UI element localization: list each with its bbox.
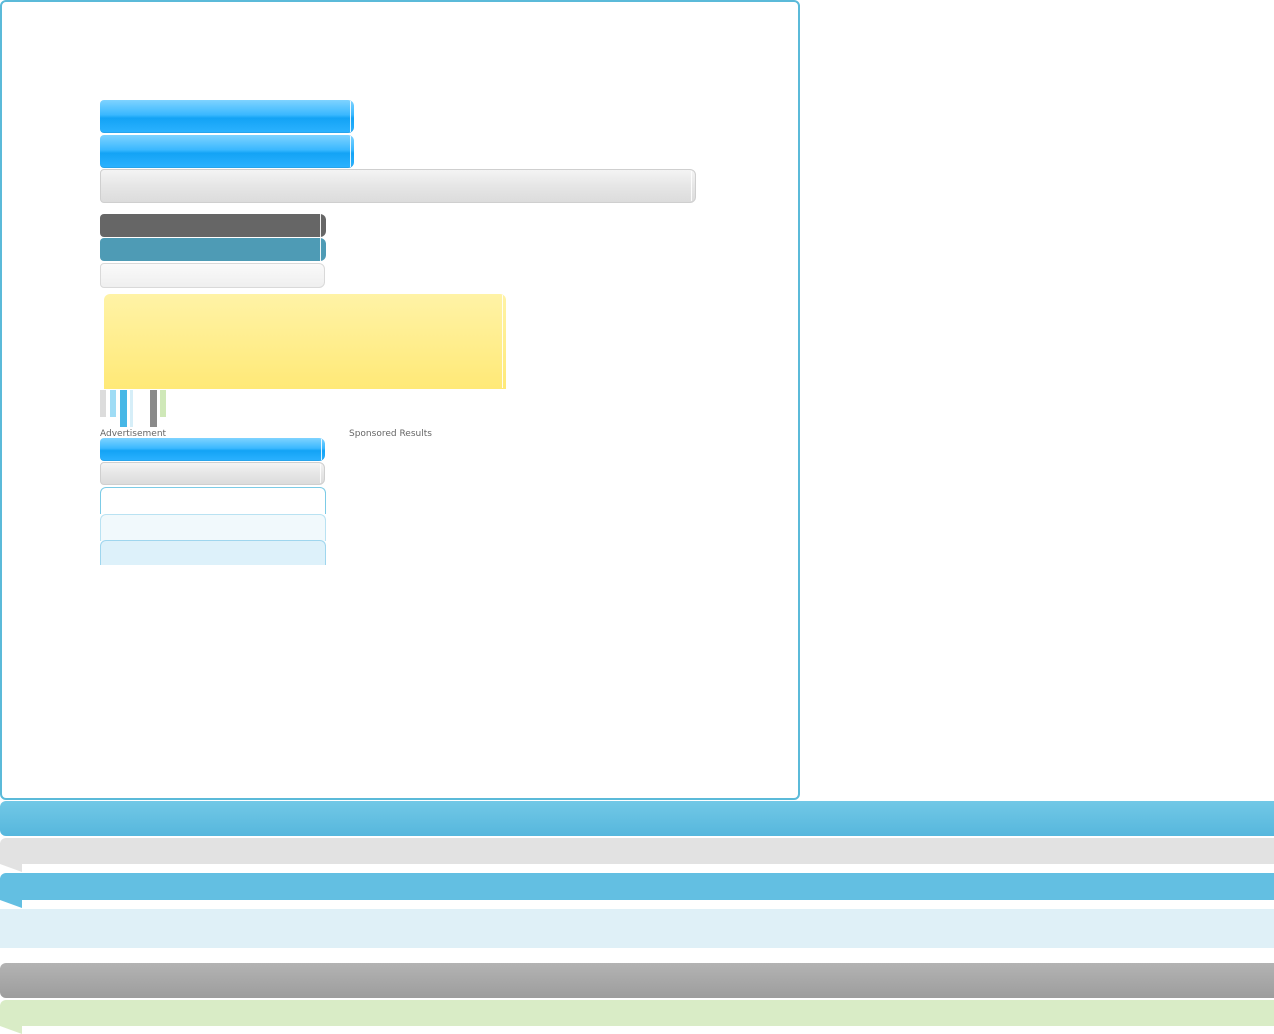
sliver-blue-1 bbox=[110, 390, 116, 417]
notice-box bbox=[104, 294, 506, 389]
search-bar[interactable] bbox=[100, 169, 696, 203]
bar-gray-tail bbox=[0, 864, 22, 872]
bar-blue-top bbox=[0, 801, 1274, 836]
gray-small-button[interactable] bbox=[100, 462, 325, 485]
bar-blue-middle-tail bbox=[0, 900, 22, 908]
tab-pale[interactable] bbox=[100, 514, 326, 541]
sliver-blue-2 bbox=[120, 390, 127, 427]
primary-button-2[interactable] bbox=[100, 135, 354, 168]
bar-green bbox=[0, 1000, 1274, 1026]
sliver-gray-1 bbox=[100, 390, 106, 417]
sliver-green bbox=[160, 390, 166, 417]
tab-light-blue[interactable] bbox=[100, 540, 326, 565]
bar-green-tail bbox=[0, 1026, 22, 1034]
light-button[interactable] bbox=[100, 263, 325, 288]
dark-button[interactable] bbox=[100, 214, 326, 237]
bar-blue-middle bbox=[0, 873, 1274, 900]
tab-white[interactable] bbox=[100, 487, 326, 514]
primary-button-1[interactable] bbox=[100, 100, 354, 133]
bar-gray bbox=[0, 838, 1274, 864]
blue-small-button[interactable] bbox=[100, 438, 325, 461]
sponsored-results-label: Sponsored Results bbox=[349, 429, 432, 439]
bar-pale-blue bbox=[0, 909, 1274, 948]
teal-button[interactable] bbox=[100, 238, 326, 261]
sliver-dark bbox=[150, 390, 157, 427]
bar-dark-gray bbox=[0, 963, 1274, 998]
sliver-blue-3 bbox=[130, 390, 133, 427]
